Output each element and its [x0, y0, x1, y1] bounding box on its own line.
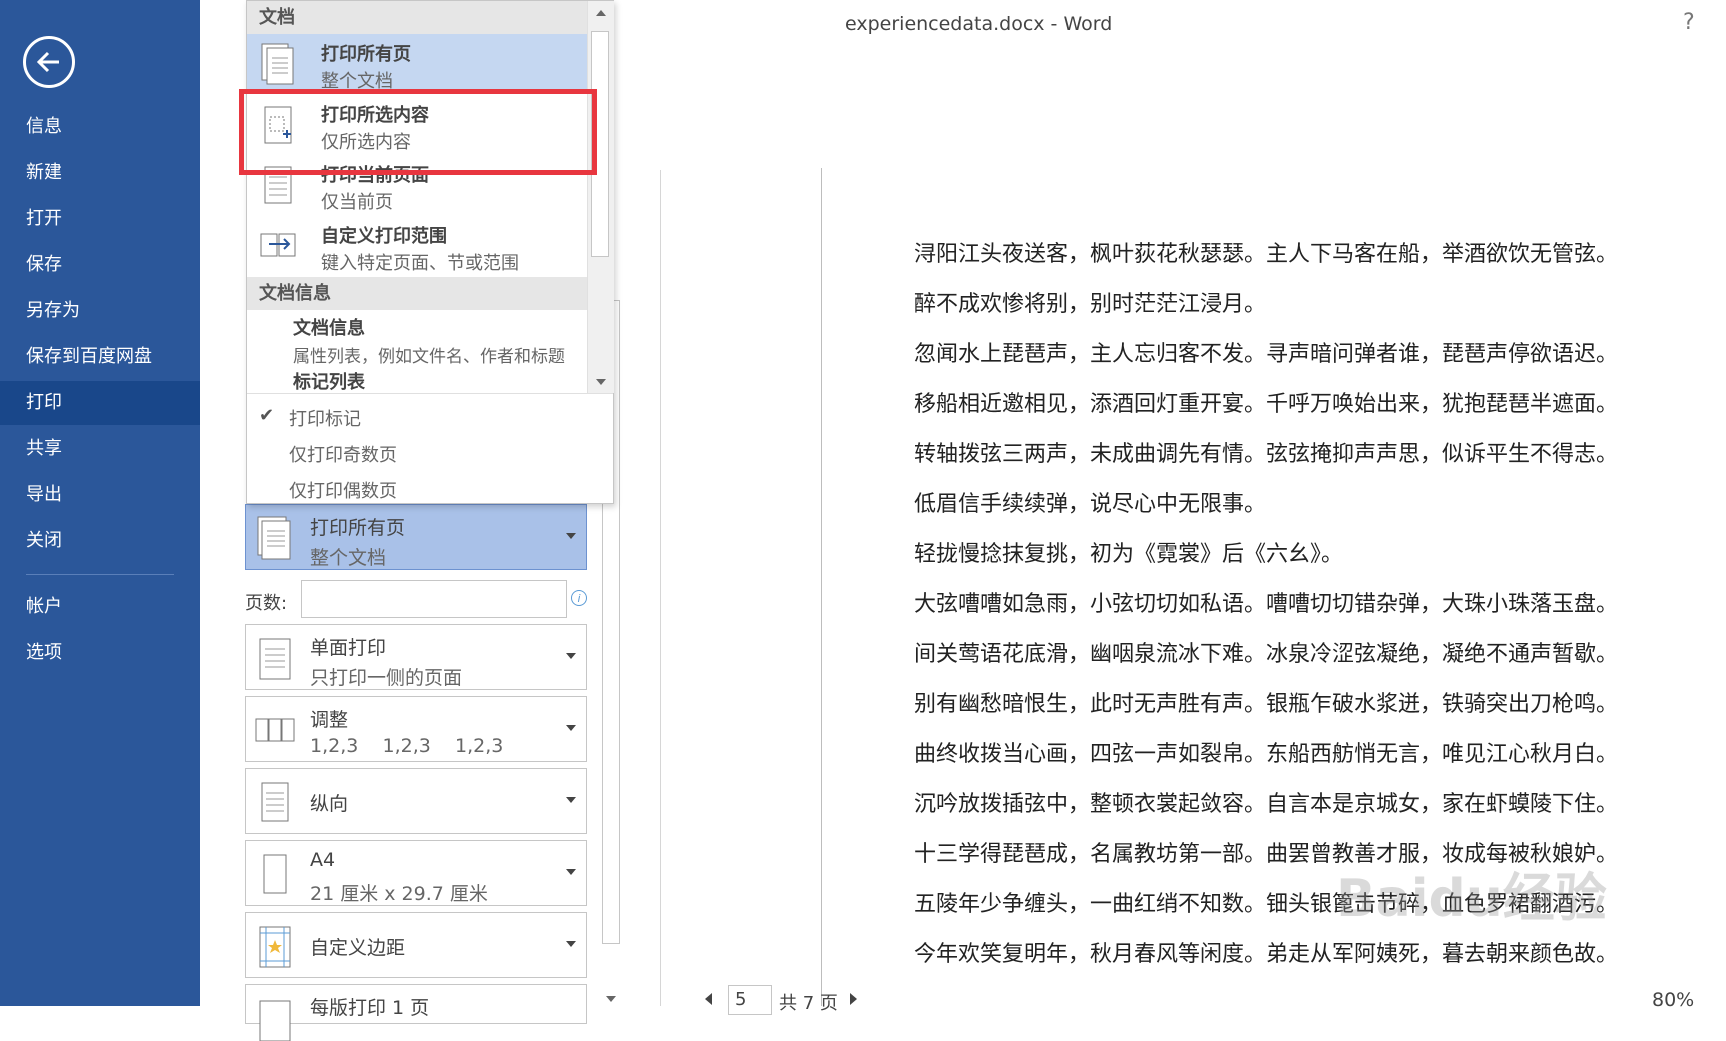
preview-line: 转轴拨弦三两声，未成曲调先有情。弦弦掩抑声声思，似诉平生不得志。 [914, 442, 1619, 467]
sides-subtitle: 只打印一侧的页面 [310, 667, 463, 689]
nav-account[interactable]: 帐户 [0, 586, 200, 628]
nav-save-as[interactable]: 另存为 [0, 290, 200, 332]
margins-icon [259, 926, 291, 968]
margins-select[interactable]: 自定义边距 [245, 912, 587, 978]
pages-label: 页数: [245, 593, 288, 614]
document-pages-icon [261, 43, 294, 85]
chevron-down-icon [566, 941, 576, 947]
collate-icon [255, 718, 295, 742]
nav-new[interactable]: 新建 [0, 152, 200, 194]
single-side-icon [259, 638, 291, 680]
menu-print-all-pages[interactable]: 打印所有页 整个文档 [247, 34, 587, 94]
preview-divider [660, 170, 661, 1006]
option-even-pages[interactable]: 仅打印偶数页 [289, 477, 397, 503]
info-icon[interactable]: i [571, 590, 587, 606]
pages-per-sheet-select[interactable]: 每版打印 1 页 [245, 984, 587, 1041]
menu-doc-info-desc: 属性列表，例如文件名、作者和标题 [293, 347, 565, 367]
nav-export[interactable]: 导出 [0, 474, 200, 516]
menu-item-subtitle: 键入特定页面、节或范围 [321, 253, 519, 274]
print-range-select[interactable]: 打印所有页 整个文档 [245, 504, 587, 570]
chevron-down-icon [566, 653, 576, 659]
print-range-subtitle: 整个文档 [310, 547, 387, 569]
preview-line: 轻拢慢捻抹复挑，初为《霓裳》后《六幺》。 [914, 542, 1344, 567]
chevron-down-icon [566, 725, 576, 731]
dropdown-scrollbar[interactable] [587, 1, 614, 393]
preview-line: 移船相近邀相见，添酒回灯重开宴。千呼万唤始出来，犹抱琵琶半遮面。 [914, 392, 1619, 417]
portrait-icon [261, 782, 289, 822]
sides-title: 单面打印 [310, 637, 387, 659]
preview-line: 间关莺语花底滑，幽咽泉流冰下难。冰泉冷涩弦凝绝，凝绝不通声暂歇。 [914, 642, 1619, 667]
paper-title: A4 [310, 849, 336, 871]
orientation-select[interactable]: 纵向 [245, 768, 587, 834]
preview-line: 曲终收拨当心画，四弦一声如裂帛。东船西舫悄无言，唯见江心秋月白。 [914, 742, 1619, 767]
collate-title: 调整 [310, 709, 349, 731]
sides-select[interactable]: 单面打印 只打印一侧的页面 [245, 624, 587, 690]
nav-divider [26, 574, 174, 575]
help-icon[interactable]: ? [1683, 10, 1695, 35]
annotation-highlight-box [239, 89, 597, 175]
collate-subtitle: 1,2,3 1,2,3 1,2,3 [310, 735, 504, 757]
preview-line: 别有幽愁暗恨生，此时无声胜有声。银瓶乍破水浆迸，铁骑突出刀枪鸣。 [914, 692, 1619, 717]
custom-range-icon [260, 233, 296, 257]
menu-item-subtitle: 仅当前页 [321, 192, 393, 213]
dropdown-section-doc-info: 文档信息 [247, 277, 587, 310]
nav-share[interactable]: 共享 [0, 428, 200, 470]
preview-line: 低眉信手续续弹，说尽心中无限事。 [914, 492, 1267, 517]
nav-save[interactable]: 保存 [0, 244, 200, 286]
total-pages: 共 7 页 [779, 993, 838, 1014]
preview-line: 大弦嘈嘈如急雨，小弦切切如私语。嘈嘈切切错杂弹，大珠小珠落玉盘。 [914, 592, 1619, 617]
margins-title: 自定义边距 [310, 937, 406, 959]
print-range-title: 打印所有页 [310, 517, 406, 539]
document-pages-icon [257, 516, 291, 560]
arrow-left-icon [36, 51, 59, 73]
chevron-down-icon [566, 869, 576, 875]
pages-per-sheet-icon [259, 1000, 291, 1041]
backstage-sidebar: 信息 新建 打开 保存 另存为 保存到百度网盘 打印 共享 导出 关闭 帐户 选… [0, 0, 200, 1006]
paper-icon [263, 854, 287, 894]
next-page-icon[interactable] [850, 993, 857, 1005]
scroll-up-icon[interactable] [596, 10, 606, 16]
zoom-level[interactable]: 80% [1652, 989, 1694, 1011]
preview-line: 沉吟放拨插弦中，整顿衣裳起敛容。自言本是京城女，家在虾蟆陵下住。 [914, 792, 1619, 817]
window-title: experiencedata.docx - Word [845, 13, 1113, 35]
preview-line: 醉不成欢惨将别，别时茫茫江浸月。 [914, 292, 1267, 317]
dropdown-section-document: 文档 [247, 1, 587, 34]
scroll-down-icon[interactable] [596, 379, 606, 385]
menu-item-title: 自定义打印范围 [321, 226, 447, 247]
paper-size-select[interactable]: A4 21 厘米 x 29.7 厘米 [245, 840, 587, 906]
pages-input[interactable] [301, 580, 567, 618]
nav-open[interactable]: 打开 [0, 198, 200, 240]
preview-line: 忽闻水上琵琶声，主人忘归客不发。寻声暗问弹者谁，琵琶声停欲语迟。 [914, 342, 1619, 367]
option-odd-pages[interactable]: 仅打印奇数页 [289, 441, 397, 467]
dropdown-separator [247, 393, 613, 394]
nav-save-to-baidu[interactable]: 保存到百度网盘 [0, 336, 200, 378]
print-range-dropdown: 文档 打印所有页 整个文档 打印所选内容 仅所选内容 打印当前页面 仅当前页 自… [246, 0, 614, 504]
previous-page-icon[interactable] [705, 993, 712, 1005]
menu-doc-info[interactable]: 文档信息 [293, 314, 365, 340]
nav-info[interactable]: 信息 [0, 106, 200, 148]
preview-line: 浔阳江头夜送客，枫叶荻花秋瑟瑟。主人下马客在船，举酒欲饮无管弦。 [914, 242, 1619, 267]
option-print-markup[interactable]: 打印标记 [289, 405, 361, 431]
menu-markup-list[interactable]: 标记列表 [293, 368, 365, 394]
menu-item-title: 打印所有页 [321, 44, 411, 65]
chevron-down-icon [566, 533, 576, 539]
collate-select[interactable]: 调整 1,2,3 1,2,3 1,2,3 [245, 696, 587, 762]
checkmark-icon: ✔ [259, 405, 275, 426]
paper-subtitle: 21 厘米 x 29.7 厘米 [310, 883, 488, 905]
chevron-down-icon [566, 797, 576, 803]
pages-per-sheet-title: 每版打印 1 页 [310, 997, 430, 1019]
nav-options[interactable]: 选项 [0, 632, 200, 674]
back-button[interactable] [23, 36, 75, 88]
preview-line: 今年欢笑复明年，秋月春风等闲度。弟走从军阿姨死，暮去朝来颜色故。 [914, 942, 1619, 967]
orientation-title: 纵向 [310, 793, 349, 815]
watermark: Baidu经验 [1336, 869, 1607, 929]
nav-print[interactable]: 打印 [0, 381, 200, 425]
menu-custom-print-range[interactable]: 自定义打印范围 键入特定页面、节或范围 [247, 216, 587, 276]
nav-close[interactable]: 关闭 [0, 520, 200, 562]
current-page-input[interactable]: 5 [728, 985, 772, 1015]
